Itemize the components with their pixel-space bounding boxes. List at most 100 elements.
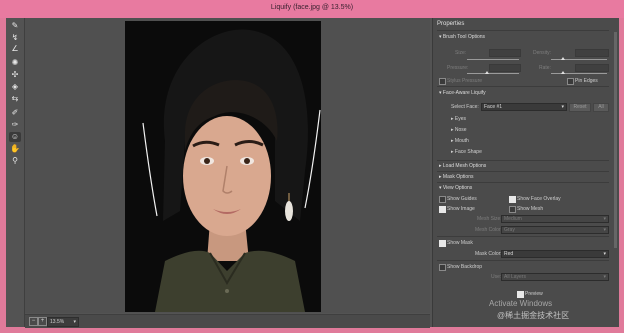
properties-panel: Properties ▾ Brush Tool Options Size: De…: [432, 18, 619, 327]
panel-scrollbar[interactable]: [614, 32, 617, 248]
smooth-tool[interactable]: ∠: [9, 44, 21, 54]
thaw-mask-icon: ✑: [11, 120, 19, 129]
forward-warp-tool[interactable]: ✎: [9, 21, 21, 31]
size-input[interactable]: [489, 49, 521, 57]
section-face-aware-liquify[interactable]: ▾ Face-Aware Liquify: [439, 90, 486, 96]
use-dropdown[interactable]: All Layers ▾: [501, 273, 609, 281]
all-button[interactable]: All: [593, 103, 609, 112]
show-guides-checkbox[interactable]: [439, 196, 446, 203]
show-face-overlay-checkbox[interactable]: [509, 196, 516, 203]
hand-icon: ✋: [10, 144, 20, 153]
zoom-tool[interactable]: ⚲: [9, 156, 21, 166]
thaw-mask-tool[interactable]: ✑: [9, 120, 21, 130]
section-view-options[interactable]: ▾ View Options: [439, 185, 472, 191]
show-mesh-checkbox[interactable]: [509, 206, 516, 213]
chevron-down-icon: ▾: [603, 251, 606, 257]
pin-edges-label: Pin Edges: [575, 78, 598, 84]
subsection-label: Mouth: [454, 138, 469, 144]
push-left-tool[interactable]: ⇆: [9, 94, 21, 104]
divider: [437, 260, 609, 261]
show-mask-checkbox[interactable]: [439, 240, 446, 247]
subsection-label: Nose: [454, 127, 467, 133]
density-slider-knob[interactable]: [561, 57, 565, 60]
reconstruct-icon: ↯: [11, 33, 19, 42]
smooth-icon: ∠: [11, 44, 19, 53]
preview-checkbox[interactable]: [517, 291, 524, 298]
mesh-size-label: Mesh Size:: [477, 216, 502, 222]
pin-edges-checkbox[interactable]: [567, 78, 574, 85]
select-face-label: Select Face:: [451, 104, 479, 110]
stylus-pressure-checkbox[interactable]: [439, 78, 446, 85]
select-face-dropdown[interactable]: Face #1 ▾: [481, 103, 567, 111]
rate-label: Rate:: [539, 65, 551, 71]
show-image-label: Show Image: [447, 206, 475, 212]
pressure-label: Pressure:: [447, 65, 469, 71]
mask-color-dropdown[interactable]: Red ▾: [501, 250, 609, 258]
mesh-size-dropdown[interactable]: Medium ▾: [501, 215, 609, 223]
mesh-color-dropdown[interactable]: Gray ▾: [501, 226, 609, 234]
twirl-tool[interactable]: ✺: [9, 58, 21, 68]
face-tool[interactable]: ☺: [9, 132, 21, 142]
use-value: All Layers: [504, 274, 526, 280]
chevron-down-icon: ▾: [73, 319, 76, 325]
show-guides-label: Show Guides: [447, 196, 477, 202]
freeze-mask-tool[interactable]: ✐: [9, 108, 21, 118]
bloat-icon: ◈: [11, 82, 19, 91]
show-face-overlay-label: Show Face Overlay: [517, 196, 561, 202]
section-label: Brush Tool Options: [442, 34, 486, 40]
chevron-down-icon: ▾: [603, 227, 606, 233]
chevron-down-icon: ▾: [603, 216, 606, 222]
size-label: Size:: [455, 50, 467, 56]
reconstruct-tool[interactable]: ↯: [9, 33, 21, 43]
subsection-nose[interactable]: ▸ Nose: [451, 127, 467, 133]
show-mesh-label: Show Mesh: [517, 206, 544, 212]
rate-input[interactable]: [575, 64, 609, 72]
mesh-color-label: Mesh Color:: [475, 227, 502, 233]
rate-slider-knob[interactable]: [561, 71, 565, 74]
show-image-checkbox[interactable]: [439, 206, 446, 213]
face-icon: ☺: [10, 132, 20, 141]
hand-tool[interactable]: ✋: [9, 144, 21, 154]
forward-warp-icon: ✎: [11, 21, 19, 30]
density-slider[interactable]: [551, 59, 607, 60]
canvas-area[interactable]: [25, 18, 430, 313]
divider: [437, 182, 609, 183]
section-load-mesh-options[interactable]: ▸ Load Mesh Options: [439, 163, 486, 169]
pressure-slider[interactable]: [467, 73, 519, 74]
tool-palette: ✎ ↯ ∠ ✺ ✣ ◈ ⇆ ✐ ✑ ☺ ✋ ⚲: [6, 18, 25, 327]
section-mask-options[interactable]: ▸ Mask Options: [439, 174, 473, 180]
subsection-mouth[interactable]: ▸ Mouth: [451, 138, 469, 144]
use-label: Use:: [491, 274, 502, 280]
show-backdrop-label: Show Backdrop: [447, 264, 483, 270]
reset-button[interactable]: Reset: [569, 103, 591, 112]
freeze-mask-icon: ✐: [11, 108, 19, 117]
bloat-tool[interactable]: ◈: [9, 82, 21, 92]
subsection-eyes[interactable]: ▸ Eyes: [451, 116, 466, 122]
face-guide-overlay: [142, 109, 321, 217]
pucker-icon: ✣: [11, 70, 19, 79]
subsection-face-shape[interactable]: ▸ Face Shape: [451, 149, 482, 155]
density-input[interactable]: [575, 49, 609, 57]
zoom-level-select[interactable]: 13.5% ▾: [47, 317, 79, 327]
panel-title: Properties: [437, 21, 465, 27]
activate-windows-watermark: Activate Windows: [489, 299, 553, 308]
pressure-slider-knob[interactable]: [485, 71, 489, 74]
mask-color-label: Mask Color:: [475, 251, 502, 257]
zoom-in-button[interactable]: +: [38, 317, 47, 326]
section-brush-tool-options[interactable]: ▾ Brush Tool Options: [439, 34, 485, 40]
title-bar: Liquify (face.jpg @ 13.5%): [0, 0, 624, 18]
twirl-icon: ✺: [11, 58, 19, 67]
rate-slider[interactable]: [551, 73, 607, 74]
show-mask-label: Show Mask: [447, 240, 473, 246]
section-label: View Options: [442, 185, 473, 191]
zoom-out-button[interactable]: −: [29, 317, 38, 326]
density-label: Density:: [533, 50, 552, 56]
chevron-down-icon: ▾: [603, 274, 606, 280]
zoom-icon: ⚲: [12, 156, 18, 165]
pucker-tool[interactable]: ✣: [9, 70, 21, 80]
divider: [437, 236, 609, 237]
pressure-input[interactable]: [489, 64, 521, 72]
show-backdrop-checkbox[interactable]: [439, 264, 446, 271]
stylus-pressure-label: Stylus Pressure: [447, 78, 483, 84]
size-slider[interactable]: [467, 59, 519, 60]
